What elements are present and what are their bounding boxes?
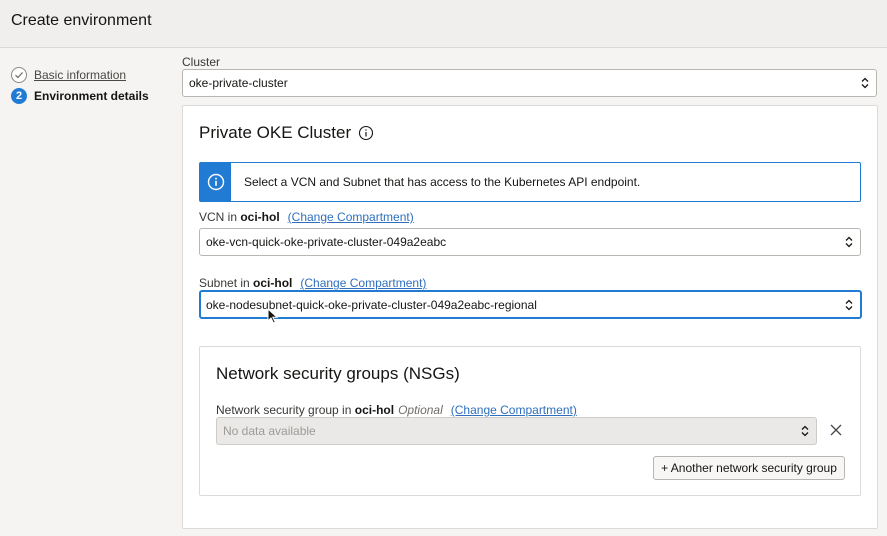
subnet-compartment: oci-hol [253,276,293,290]
info-banner: Select a VCN and Subnet that has access … [199,162,861,202]
subnet-change-compartment-link[interactable]: (Change Compartment) [300,276,426,290]
page-title: Create environment [11,12,152,29]
info-circle-icon[interactable] [358,125,374,141]
subnet-label-prefix: Subnet in [199,276,254,290]
vcn-label: VCN in oci-hol (Change Compartment) [199,210,414,224]
wizard-steps: Basic information 2 Environment details [0,49,175,536]
select-chevron-icon [838,236,860,248]
nsg-change-compartment-link[interactable]: (Change Compartment) [451,403,577,417]
nsg-label: Network security group in oci-hol Optiona… [216,403,577,417]
nsg-title: Network security groups (NSGs) [216,364,460,383]
panel-title: Private OKE Cluster [199,123,352,142]
cluster-label: Cluster [182,55,221,69]
nsg-section: Network security groups (NSGs) Network s… [199,346,861,496]
private-oke-cluster-panel: Private OKE Cluster Select a VCN and Sub… [182,105,878,529]
add-network-security-group-button[interactable]: + Another network security group [653,456,845,480]
nsg-placeholder: No data available [223,424,316,438]
select-chevron-icon [854,77,876,89]
step-label[interactable]: Basic information [34,68,126,82]
step-number-badge: 2 [11,88,27,104]
mouse-cursor-icon [267,308,279,324]
select-chevron-icon [838,299,860,311]
nsg-label-prefix: Network security group in [216,403,355,417]
form-area: Cluster oke-private-cluster Private OKE … [175,49,887,536]
cluster-value: oke-private-cluster [189,76,288,90]
subnet-select[interactable]: oke-nodesubnet-quick-oke-private-cluster… [199,290,862,319]
check-icon [11,67,27,83]
close-icon[interactable] [828,422,844,438]
nsg-select[interactable]: No data available [216,417,817,445]
cluster-select[interactable]: oke-private-cluster [182,69,877,97]
step-basic-information[interactable]: Basic information [11,66,126,84]
vcn-value: oke-vcn-quick-oke-private-cluster-049a2e… [206,235,447,249]
nsg-compartment: oci-hol [354,403,395,417]
subnet-label: Subnet in oci-hol (Change Compartment) [199,276,426,290]
vcn-label-prefix: VCN in [199,210,241,224]
info-icon [200,163,231,201]
subnet-value: oke-nodesubnet-quick-oke-private-cluster… [206,297,537,312]
select-chevron-icon [794,425,816,437]
step-label: Environment details [34,89,149,103]
vcn-select[interactable]: oke-vcn-quick-oke-private-cluster-049a2e… [199,228,861,256]
step-environment-details: 2 Environment details [11,87,149,105]
banner-text: Select a VCN and Subnet that has access … [244,175,641,189]
optional-tag: Optional [398,403,443,417]
page-header: Create environment [0,0,887,48]
vcn-compartment: oci-hol [240,210,280,224]
vcn-change-compartment-link[interactable]: (Change Compartment) [288,210,414,224]
panel-heading: Private OKE Cluster [199,123,374,143]
